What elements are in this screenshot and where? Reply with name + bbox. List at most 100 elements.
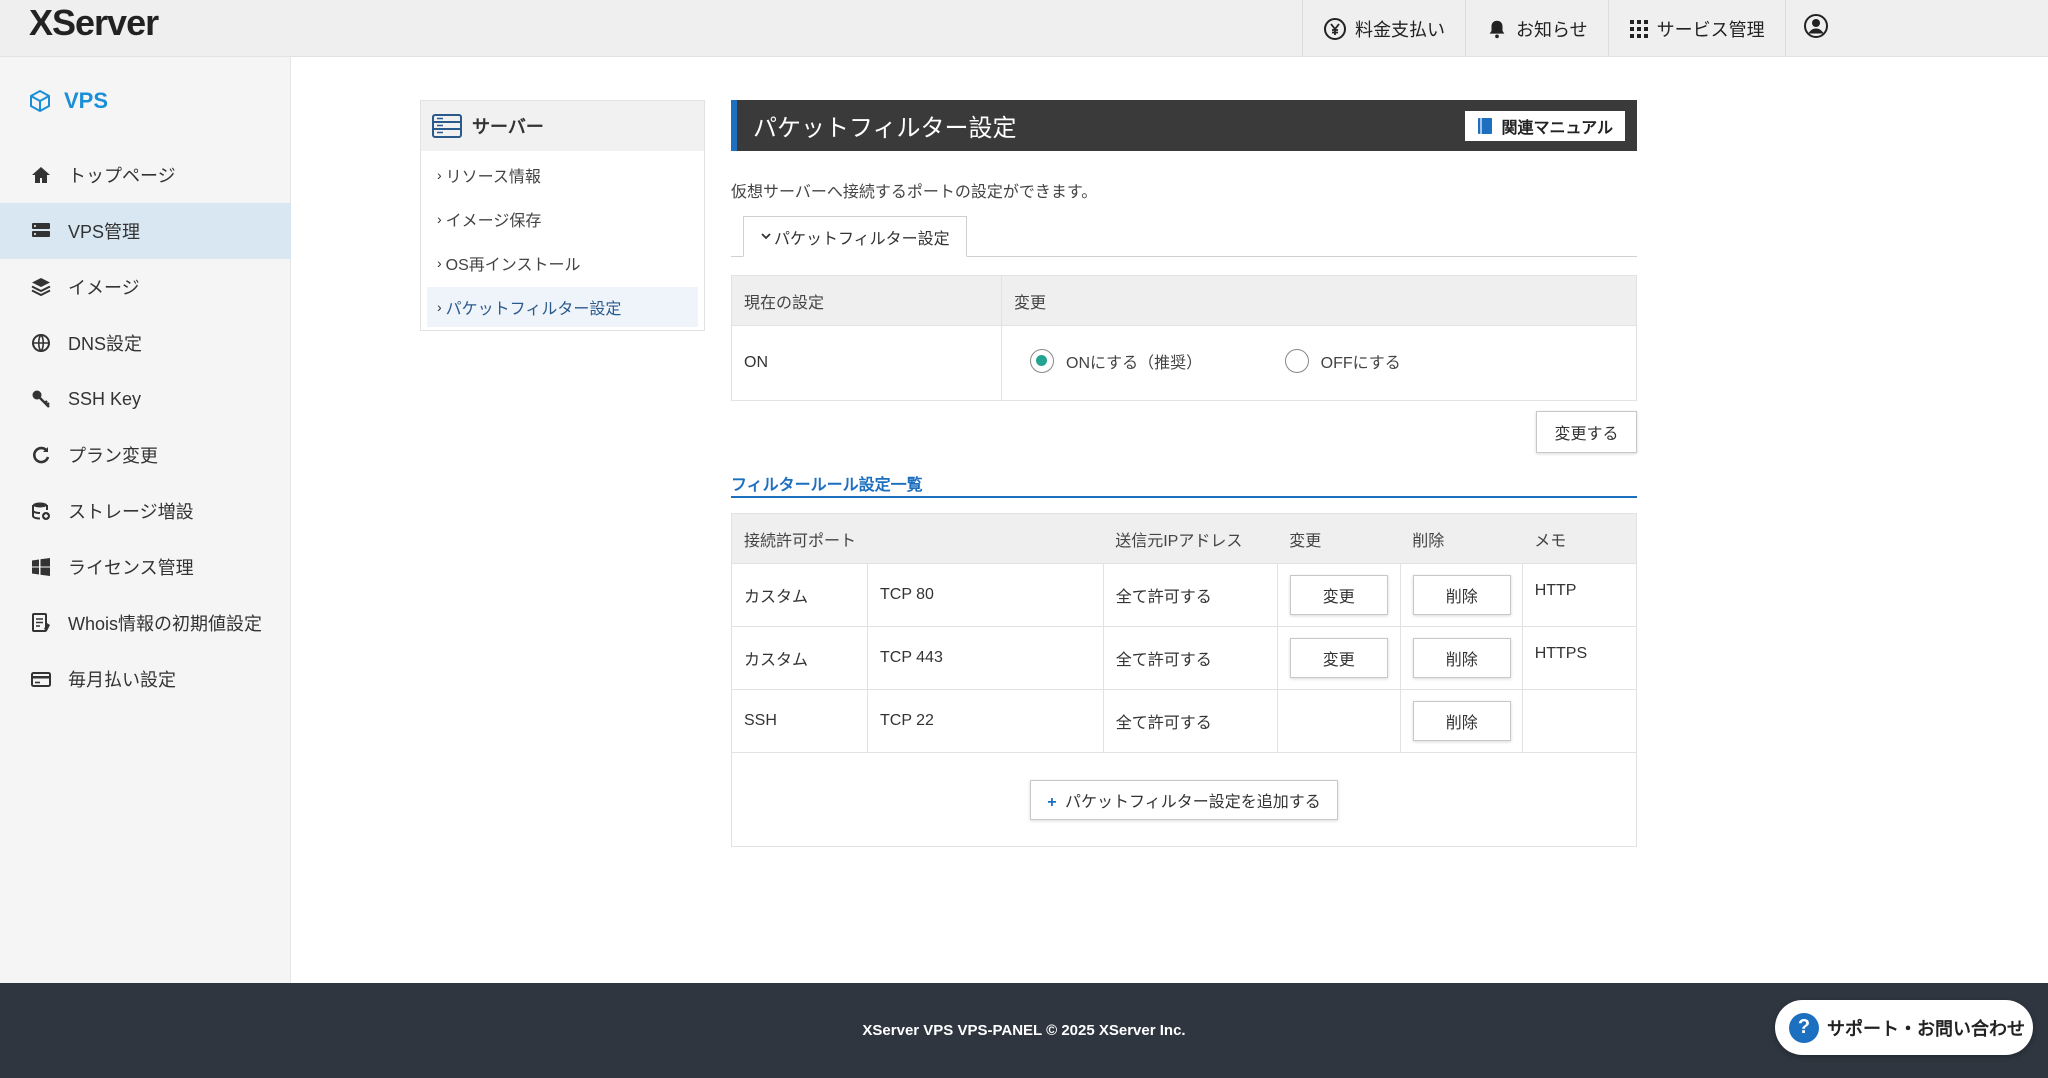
submenu-item-os-reinstall[interactable]: › OS再インストール xyxy=(427,243,698,283)
refresh-icon xyxy=(30,444,52,466)
delete-rule-button[interactable]: 削除 xyxy=(1412,638,1511,678)
column-header: 変更 xyxy=(1277,513,1401,564)
table-row: SSH TCP 22 全て許可する 削除 xyxy=(731,689,1638,753)
brand-label: VPS xyxy=(64,88,109,113)
support-contact-button[interactable]: ? サポート・お問い合わせ xyxy=(1775,1000,2033,1055)
rule-type: カスタム xyxy=(731,563,868,627)
footer: XServer VPS VPS-PANEL © 2025 XServer Inc… xyxy=(0,983,2048,1078)
radio-on-circle[interactable] xyxy=(1030,348,1054,373)
globe-icon xyxy=(30,332,52,354)
add-rule-row: + パケットフィルター設定を追加する xyxy=(731,752,1637,847)
yen-icon xyxy=(1323,17,1347,41)
sidebar-item-label: イメージ xyxy=(68,278,140,298)
column-header: 現在の設定 xyxy=(731,275,1002,326)
add-button-label: パケットフィルター設定を追加する xyxy=(1065,793,1321,811)
edit-rule-button[interactable]: 変更 xyxy=(1289,638,1388,678)
sidebar-item-label: ライセンス管理 xyxy=(68,558,194,578)
sidebar-item-top[interactable]: トップページ xyxy=(0,147,291,203)
sidebar-item-whois[interactable]: Whois情報の初期値設定 xyxy=(0,595,291,651)
rule-type: SSH xyxy=(731,689,868,753)
submenu-item-packet-filter[interactable]: › パケットフィルター設定 xyxy=(427,287,698,327)
sidebar-item-label: Whois情報の初期値設定 xyxy=(68,614,263,634)
nav-billing[interactable]: 料金支払い xyxy=(1302,0,1465,57)
table-row: カスタム TCP 443 全て許可する 変更 削除 HTTPS xyxy=(731,626,1638,690)
book-icon xyxy=(1477,117,1493,135)
sidebar-menu: トップページ VPS管理 イメージ DNS設定 SSH Key プラン変更 スト… xyxy=(0,147,291,707)
windows-icon xyxy=(30,556,52,578)
add-rule-cell: + パケットフィルター設定を追加する xyxy=(731,752,1637,847)
delete-rule-button[interactable]: 削除 xyxy=(1412,575,1511,615)
radio-off-label: OFFにする xyxy=(1320,354,1401,372)
edit-rule-button[interactable]: 変更 xyxy=(1289,575,1388,615)
nav-service-management[interactable]: サービス管理 xyxy=(1607,0,1785,57)
vps-brand[interactable]: VPS xyxy=(28,88,108,114)
rule-source: 全て許可する xyxy=(1102,563,1278,627)
chevron-right-icon: › xyxy=(437,211,442,227)
submenu-item-label: リソース情報 xyxy=(445,169,541,186)
sidebar-item-plan-change[interactable]: プラン変更 xyxy=(0,427,291,483)
user-menu[interactable] xyxy=(1784,0,1847,57)
change-options: ONにする（推奨） OFFにする xyxy=(1001,325,1637,401)
sidebar-item-label: DNS設定 xyxy=(68,334,143,354)
delete-rule-button[interactable]: 削除 xyxy=(1412,701,1511,741)
nav-notifications[interactable]: お知らせ xyxy=(1465,0,1608,57)
rule-delete-cell: 削除 xyxy=(1399,563,1523,627)
radio-off[interactable]: OFFにする xyxy=(1284,348,1401,373)
radio-on[interactable]: ONにする（推奨） xyxy=(1030,348,1203,373)
sidebar-item-license[interactable]: ライセンス管理 xyxy=(0,539,291,595)
apply-change-button[interactable]: 変更する xyxy=(1536,411,1637,453)
table-row: カスタム TCP 80 全て許可する 変更 削除 HTTP xyxy=(731,563,1638,627)
sidebar-item-image[interactable]: イメージ xyxy=(0,259,291,315)
submenu-title: サーバー xyxy=(472,117,544,137)
home-icon xyxy=(30,164,52,186)
rule-memo xyxy=(1521,689,1638,753)
sidebar-item-ssh-key[interactable]: SSH Key xyxy=(0,371,291,427)
sidebar-item-dns[interactable]: DNS設定 xyxy=(0,315,291,371)
rule-port: TCP 443 xyxy=(867,626,1104,690)
top-nav: 料金支払い お知らせ サービス管理 xyxy=(1302,0,1847,57)
nav-service-label: サービス管理 xyxy=(1656,19,1765,40)
submenu-item-image-save[interactable]: › イメージ保存 xyxy=(427,199,698,239)
radio-off-circle[interactable] xyxy=(1284,348,1309,373)
manual-button-label: 関連マニュアル xyxy=(1501,119,1613,137)
question-icon: ? xyxy=(1789,1012,1819,1043)
sidebar-item-label: SSH Key xyxy=(68,388,142,409)
submenu-header: サーバー xyxy=(421,101,704,151)
top-header: XServer 料金支払い お知らせ サービス管理 xyxy=(0,0,2048,57)
submenu-item-resource[interactable]: › リソース情報 xyxy=(427,155,698,195)
rule-port: TCP 80 xyxy=(867,563,1104,627)
rule-type: カスタム xyxy=(731,626,868,690)
rule-delete-cell: 削除 xyxy=(1399,626,1523,690)
xserver-logo[interactable]: XServer xyxy=(29,2,159,44)
column-header: メモ xyxy=(1522,513,1638,564)
server-panel-icon xyxy=(432,114,462,138)
current-setting-value: ON xyxy=(731,325,1002,401)
layers-icon xyxy=(30,276,52,298)
page-title-bar: パケットフィルター設定 関連マニュアル xyxy=(731,100,1637,151)
database-icon xyxy=(30,500,52,522)
tab-packet-filter[interactable]: パケットフィルター設定 xyxy=(743,216,967,257)
bell-icon xyxy=(1486,18,1508,40)
sidebar-item-storage[interactable]: ストレージ増設 xyxy=(0,483,291,539)
column-header: 送信元IPアドレス xyxy=(1103,513,1278,564)
sidebar-item-label: プラン変更 xyxy=(68,446,158,466)
chevron-right-icon: › xyxy=(437,299,442,315)
rule-edit-cell: 変更 xyxy=(1276,626,1401,690)
change-row: 変更する xyxy=(731,401,1637,468)
main-content: パケットフィルター設定 関連マニュアル 仮想サーバーへ接続するポートの設定ができ… xyxy=(731,100,1638,847)
key-icon xyxy=(30,388,52,410)
rule-source: 全て許可する xyxy=(1102,689,1278,753)
sidebar-item-label: VPS管理 xyxy=(68,222,141,242)
sidebar-item-label: 毎月払い設定 xyxy=(68,670,176,690)
support-label: サポート・お問い合わせ xyxy=(1827,1018,2025,1039)
submenu-item-label: OS再インストール xyxy=(445,257,581,274)
column-header: 接続許可ポート xyxy=(731,513,1104,564)
rule-edit-cell: 変更 xyxy=(1276,563,1401,627)
sidebar-item-monthly-payment[interactable]: 毎月払い設定 xyxy=(0,651,291,707)
page-description: 仮想サーバーへ接続するポートの設定ができます。 xyxy=(731,184,1098,201)
sidebar-item-vps-management[interactable]: VPS管理 xyxy=(0,203,291,259)
add-packet-filter-button[interactable]: + パケットフィルター設定を追加する xyxy=(1030,779,1338,820)
radio-on-label: ONにする（推奨） xyxy=(1066,354,1203,372)
rule-edit-cell xyxy=(1276,689,1401,753)
related-manual-button[interactable]: 関連マニュアル xyxy=(1465,110,1625,141)
